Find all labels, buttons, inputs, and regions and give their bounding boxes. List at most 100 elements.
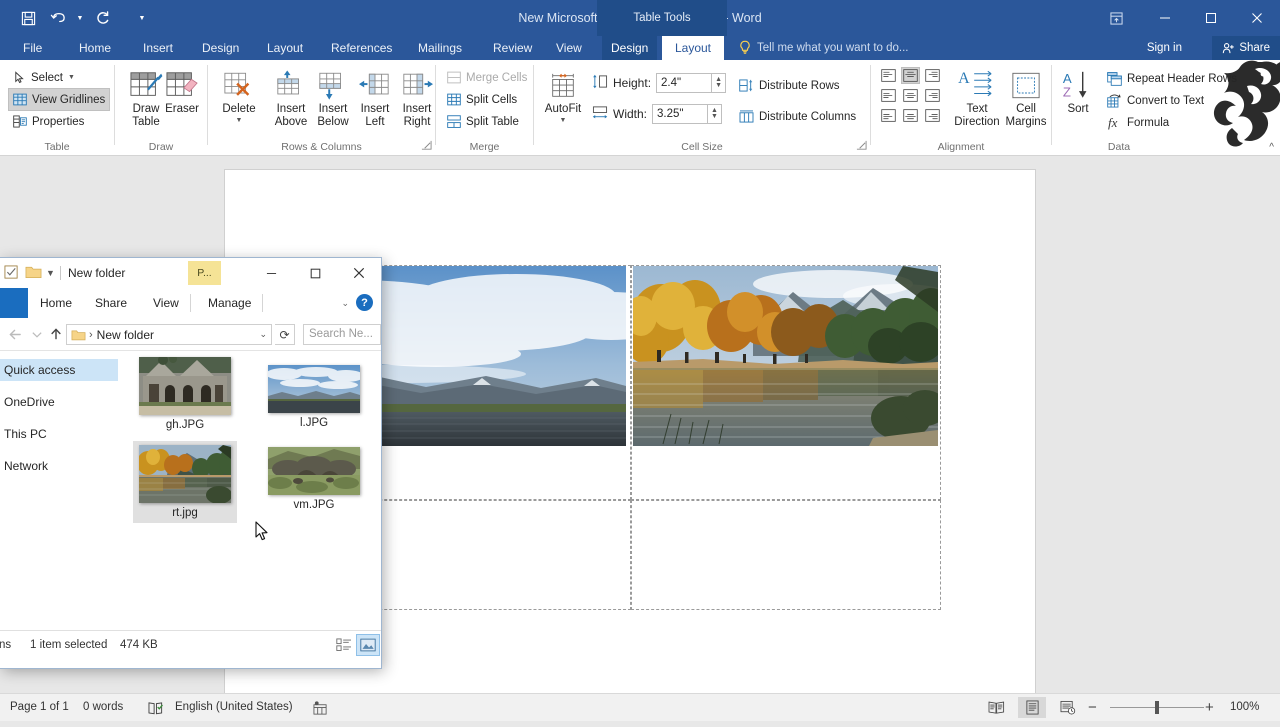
sort-button[interactable]: A Z Sort (1056, 64, 1100, 136)
web-layout-button[interactable] (1054, 697, 1082, 718)
tab-layout[interactable]: Layout (258, 36, 312, 60)
save-icon[interactable] (14, 4, 42, 32)
cell-size-dialog-launcher[interactable] (856, 140, 868, 152)
language-indicator[interactable]: English (United States) (175, 694, 293, 721)
zoom-slider-thumb[interactable] (1155, 701, 1159, 714)
qat-dropdown-icon[interactable]: ▼ (46, 258, 55, 288)
repeat-header-rows-button[interactable]: Repeat Header Rows (1102, 67, 1242, 90)
close-button[interactable] (1234, 0, 1280, 36)
nav-item-onedrive[interactable]: OneDrive (0, 391, 118, 413)
text-direction-button[interactable]: A Text Direction (947, 64, 1007, 136)
minimize-button[interactable] (1142, 0, 1188, 36)
nav-item-quick-access[interactable]: Quick access (0, 359, 118, 381)
view-gridlines-button[interactable]: View Gridlines (8, 88, 111, 111)
height-input[interactable]: 2.4" (656, 73, 713, 93)
split-cells-button[interactable]: Split Cells (442, 88, 522, 111)
explorer-file-list[interactable]: gh.JPG l.JPG rt.jpg vm.JPG (118, 351, 381, 631)
width-input[interactable]: 3.25" (652, 104, 709, 124)
align-top-right-button[interactable] (923, 67, 942, 84)
thumbnails-view-button[interactable] (356, 634, 380, 656)
page-indicator[interactable]: Page 1 of 1 (10, 694, 69, 721)
tab-mailings[interactable]: Mailings (409, 36, 471, 60)
explorer-file-tab[interactable] (0, 288, 28, 318)
zoom-in-button[interactable]: + (1205, 694, 1214, 721)
file-item-l[interactable]: l.JPG (262, 361, 366, 443)
tab-view[interactable]: View (547, 36, 591, 60)
nav-item-this-pc[interactable]: This PC (0, 423, 118, 445)
zoom-out-button[interactable]: − (1088, 694, 1097, 721)
align-middle-center-button[interactable] (901, 87, 920, 104)
refresh-button[interactable]: ⟳ (275, 324, 295, 345)
read-mode-button[interactable] (982, 697, 1010, 718)
breadcrumb[interactable]: › New folder ⌄ (66, 324, 272, 345)
ribbon-display-options-icon[interactable] (1098, 0, 1134, 36)
explorer-tab-manage[interactable]: Manage (198, 288, 261, 318)
explorer-minimize-button[interactable] (249, 258, 293, 288)
align-bottom-right-button[interactable] (923, 107, 942, 124)
up-button[interactable] (45, 323, 67, 345)
rows-columns-dialog-launcher[interactable] (421, 140, 433, 152)
convert-to-text-button[interactable]: Convert to Text (1102, 89, 1209, 112)
redo-icon[interactable] (88, 4, 116, 32)
align-middle-right-button[interactable] (923, 87, 942, 104)
height-spin-arrows[interactable]: ▲ ▼ (712, 73, 727, 93)
undo-dropdown-icon[interactable]: ▼ (74, 4, 86, 32)
print-layout-button[interactable] (1018, 697, 1046, 718)
expand-ribbon-icon[interactable]: ⌄ (341, 288, 349, 318)
collapse-ribbon-icon[interactable]: ^ (1269, 142, 1274, 153)
breadcrumb-dropdown-icon[interactable]: ⌄ (259, 329, 267, 340)
search-input[interactable]: Search Ne... (303, 324, 381, 345)
explorer-tab-view[interactable]: View (143, 288, 189, 318)
proofing-icon[interactable] (148, 700, 164, 716)
tab-home[interactable]: Home (70, 36, 120, 60)
file-item-gh[interactable]: gh.JPG (133, 353, 237, 435)
zoom-level[interactable]: 100% (1230, 694, 1259, 721)
cell-image-autumn[interactable] (633, 266, 938, 446)
explorer-tab-share[interactable]: Share (85, 288, 137, 318)
delete-button[interactable]: Delete ▼ (212, 64, 266, 136)
formula-button[interactable]: fx Formula (1102, 111, 1174, 134)
details-view-button[interactable] (333, 635, 355, 655)
tab-review[interactable]: Review (484, 36, 541, 60)
merge-cells-button[interactable]: Merge Cells (442, 66, 532, 89)
tab-table-design[interactable]: Design (602, 36, 658, 60)
autofit-button[interactable]: AutoFit ▼ (538, 64, 588, 136)
help-icon[interactable]: ? (356, 294, 373, 311)
explorer-tab-home[interactable]: Home (30, 288, 82, 318)
properties-button[interactable]: Properties (8, 110, 89, 133)
width-spin-arrows[interactable]: ▲ ▼ (708, 104, 723, 124)
align-top-left-button[interactable] (879, 67, 898, 84)
undo-icon[interactable] (44, 4, 72, 32)
tab-design[interactable]: Design (193, 36, 248, 60)
tab-references[interactable]: References (322, 36, 401, 60)
select-button[interactable]: Select ▼ (8, 66, 80, 89)
tab-file[interactable]: File (14, 36, 51, 60)
macro-record-icon[interactable] (313, 700, 328, 716)
height-stepper[interactable]: 2.4" ▲ ▼ (656, 73, 727, 93)
share-button[interactable]: Share (1212, 36, 1280, 60)
align-middle-left-button[interactable] (879, 87, 898, 104)
table-cell-r1c1[interactable] (631, 500, 941, 610)
maximize-button[interactable] (1188, 0, 1234, 36)
explorer-close-button[interactable] (337, 258, 381, 288)
align-top-center-button[interactable] (901, 67, 920, 84)
eraser-button[interactable]: Eraser (155, 64, 209, 136)
customize-qat-icon[interactable]: ▼ (136, 4, 148, 32)
tell-me-search[interactable]: Tell me what you want to do... (757, 36, 909, 60)
align-bottom-center-button[interactable] (901, 107, 920, 124)
back-button[interactable] (4, 323, 26, 345)
explorer-properties-icon[interactable] (4, 265, 19, 280)
table-cell-r0c1[interactable] (631, 265, 941, 500)
cell-margins-button[interactable]: Cell Margins (999, 64, 1053, 136)
nav-item-network[interactable]: Network (0, 455, 118, 477)
word-count[interactable]: 0 words (83, 694, 123, 721)
sign-in-button[interactable]: Sign in (1141, 36, 1188, 60)
explorer-maximize-button[interactable] (293, 258, 337, 288)
distribute-columns-button[interactable]: Distribute Columns (734, 105, 861, 128)
picture-tools-tab[interactable]: P... (188, 261, 221, 285)
split-table-button[interactable]: Split Table (442, 110, 524, 133)
width-stepper[interactable]: 3.25" ▲ ▼ (652, 104, 723, 124)
align-bottom-left-button[interactable] (879, 107, 898, 124)
tab-insert[interactable]: Insert (134, 36, 182, 60)
distribute-rows-button[interactable]: Distribute Rows (734, 74, 845, 97)
